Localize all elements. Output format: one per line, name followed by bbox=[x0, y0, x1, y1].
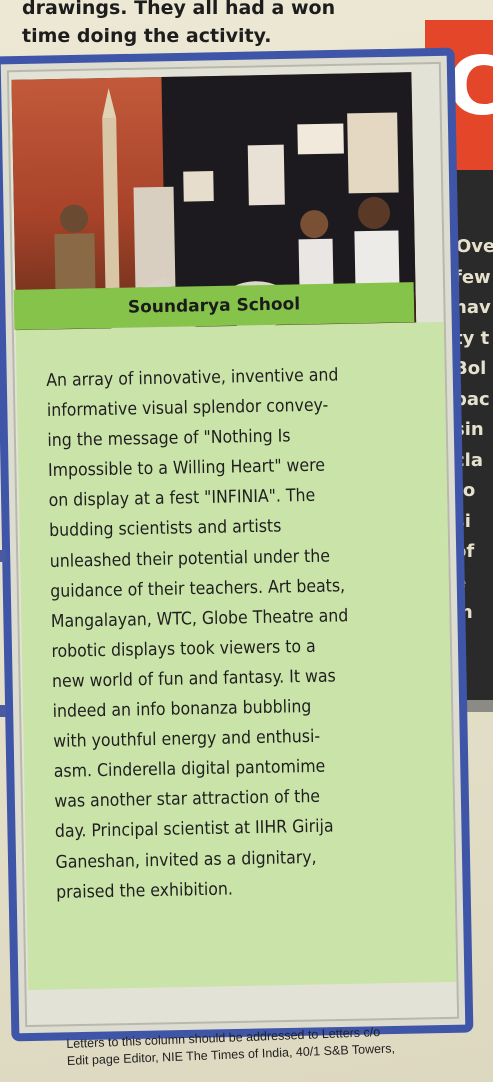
photo-caption: Soundarya School bbox=[127, 294, 301, 318]
previous-article-text: drawings. They all had a won time doing … bbox=[22, 0, 422, 50]
text-line: time doing the activity. bbox=[22, 25, 272, 47]
article-body: An array of innovative, inventive and in… bbox=[46, 359, 446, 908]
edge-mark bbox=[0, 550, 6, 562]
edge-mark bbox=[0, 705, 6, 717]
text-line: drawings. They all had a won bbox=[22, 0, 336, 19]
